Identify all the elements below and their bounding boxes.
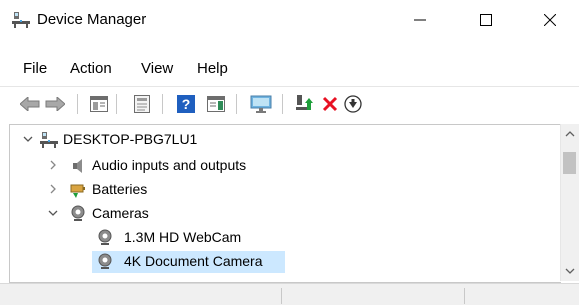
help-icon: ? <box>177 95 195 113</box>
properties-icon <box>134 95 150 113</box>
window-title: Device Manager <box>37 11 147 28</box>
tree-node-audio[interactable]: Audio inputs and outputs <box>10 154 561 178</box>
scan-hardware-changes-icon <box>250 95 272 113</box>
tree-node-cameras[interactable]: Cameras <box>10 202 561 226</box>
tree-node-label: Cameras <box>92 205 149 221</box>
disable-device-button[interactable] <box>342 93 364 115</box>
title-bar: Device Manager <box>0 0 579 40</box>
minimize-button[interactable] <box>397 0 443 40</box>
help-button[interactable]: ? <box>175 93 197 115</box>
properties-button[interactable] <box>131 93 153 115</box>
menu-action[interactable]: Action <box>70 60 112 77</box>
battery-icon <box>69 181 87 199</box>
close-button[interactable] <box>527 0 573 40</box>
tree-node-label: Batteries <box>92 181 148 197</box>
camera-icon <box>69 205 87 223</box>
update-driver-icon <box>296 95 313 110</box>
tree-leaf-label: 1.3M HD WebCam <box>124 229 242 245</box>
scrollbar-thumb[interactable] <box>563 152 576 174</box>
toolbar-separator <box>77 94 78 114</box>
scan-hardware-button[interactable] <box>250 93 272 115</box>
chevron-down-icon[interactable] <box>47 207 59 219</box>
uninstall-device-icon <box>322 96 338 112</box>
menu-bar: File Action View Help <box>0 56 579 82</box>
toolbar: ? <box>0 86 579 121</box>
computer-icon <box>40 131 58 149</box>
status-divider <box>281 288 282 304</box>
uninstall-device-button[interactable] <box>319 93 341 115</box>
chevron-down-icon[interactable] <box>22 133 34 145</box>
tree-leaf-document-camera[interactable]: 4K Document Camera <box>10 250 561 274</box>
maximize-icon <box>480 14 492 26</box>
tree-root-row[interactable]: DESKTOP-PBG7LU1 <box>10 128 561 152</box>
action-pane-icon <box>207 96 225 112</box>
device-manager-icon <box>12 11 30 29</box>
toolbar-separator <box>282 94 283 114</box>
back-arrow-icon <box>20 97 40 111</box>
status-divider <box>464 288 465 304</box>
camera-icon <box>96 253 114 271</box>
vertical-scrollbar[interactable] <box>560 124 579 281</box>
camera-icon <box>96 229 114 247</box>
show-hide-console-tree-icon <box>90 96 108 112</box>
forward-arrow-icon <box>45 97 65 111</box>
close-icon <box>544 14 556 26</box>
toolbar-separator <box>116 94 117 114</box>
tree-root-label: DESKTOP-PBG7LU1 <box>63 131 198 147</box>
forward-button[interactable] <box>44 93 66 115</box>
chevron-up-icon <box>565 131 575 137</box>
tree-node-batteries[interactable]: Batteries <box>10 178 561 202</box>
menu-help[interactable]: Help <box>197 60 228 77</box>
menu-view[interactable]: View <box>141 60 173 77</box>
menu-file[interactable]: File <box>23 60 47 77</box>
speaker-icon <box>69 157 87 175</box>
toolbar-separator <box>162 94 163 114</box>
chevron-right-icon[interactable] <box>47 159 59 171</box>
chevron-down-icon <box>565 268 575 274</box>
maximize-button[interactable] <box>463 0 509 40</box>
update-driver-button[interactable] <box>294 93 316 115</box>
disable-device-icon <box>344 95 362 113</box>
status-bar <box>0 283 579 305</box>
action-pane-button[interactable] <box>205 93 227 115</box>
toolbar-separator <box>236 94 237 114</box>
device-tree: DESKTOP-PBG7LU1 Audio inputs and outputs… <box>9 124 561 283</box>
scroll-down-button[interactable] <box>561 263 579 279</box>
scroll-up-button[interactable] <box>561 126 579 142</box>
tree-leaf-webcam[interactable]: 1.3M HD WebCam <box>10 226 561 250</box>
tree-leaf-label: 4K Document Camera <box>124 253 263 269</box>
console-tree-button[interactable] <box>88 93 110 115</box>
chevron-right-icon[interactable] <box>47 183 59 195</box>
minimize-icon <box>414 19 426 21</box>
svg-text:?: ? <box>182 96 191 112</box>
back-button[interactable] <box>19 93 41 115</box>
tree-node-label: Audio inputs and outputs <box>92 157 247 173</box>
